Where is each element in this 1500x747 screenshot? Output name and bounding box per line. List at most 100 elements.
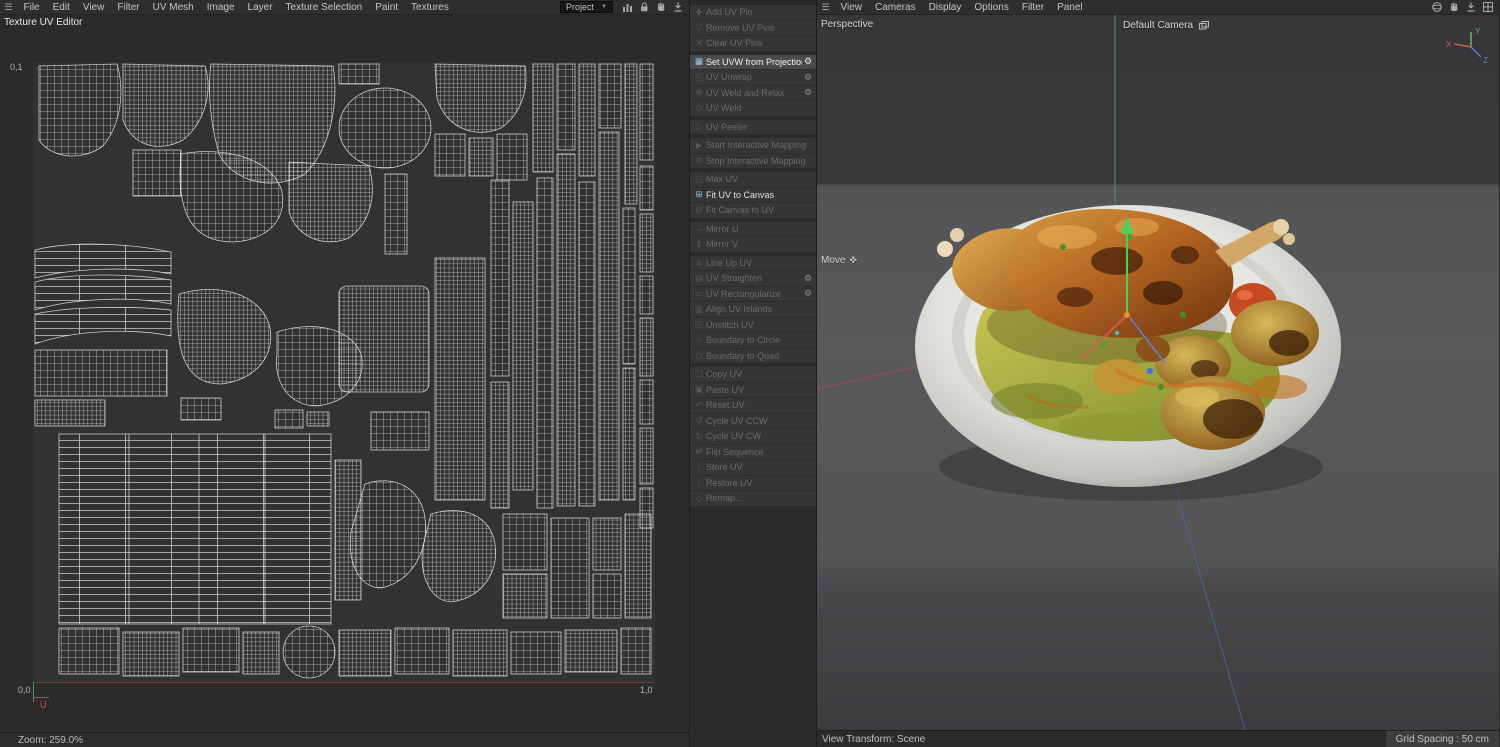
menu-item[interactable]: Filter (1015, 2, 1050, 13)
uv-command[interactable]: ↑ Restore UV (690, 475, 816, 491)
gear-icon[interactable]: ⚙ (802, 288, 814, 299)
app-window: ☰ File Edit View Filter UV Mesh Image Layer Tex… (0, 0, 1500, 747)
menu-item[interactable]: Panel (1051, 2, 1090, 13)
hand-icon[interactable] (654, 1, 668, 14)
download-icon[interactable] (1464, 1, 1478, 14)
axis-x-label: X (1446, 40, 1452, 49)
remove-uv-pins-icon: ▽ (695, 22, 703, 33)
sphere-icon[interactable] (1430, 1, 1444, 14)
grid-icon[interactable] (1481, 1, 1495, 14)
uv-command[interactable]: ≡ Line Up UV (690, 255, 816, 271)
uv-command[interactable]: ↓ Store UV (690, 460, 816, 476)
axis-z-label: Z (1483, 56, 1488, 65)
uv-command[interactable]: ❐ Copy UV (690, 367, 816, 383)
view-mode-label[interactable]: Perspective (821, 19, 873, 30)
hand-icon[interactable] (1447, 1, 1461, 14)
align-uv-islands-icon: ▥ (694, 303, 704, 314)
uv-command[interactable]: ⊙ UV Weld (690, 101, 816, 117)
menu-item[interactable]: Textures (405, 2, 456, 13)
uv-command[interactable]: ⇄ Flip Sequence (690, 444, 816, 460)
uv-command[interactable]: ▤ UV Straighten ⚙ (690, 271, 816, 287)
uv-editor-menu: File Edit View Filter UV Mesh Image Layer Textu… (17, 2, 455, 13)
uv-command[interactable]: ▣ Paste UV (690, 382, 816, 398)
lock-icon[interactable] (637, 1, 651, 14)
hamburger-icon[interactable]: ☰ (817, 2, 834, 13)
menu-item[interactable]: Filter (111, 2, 146, 13)
menu-item[interactable]: View (834, 2, 869, 13)
uv-wireframe (34, 63, 654, 679)
viewport-3d[interactable]: Perspective Default Camera Move ✜ Y X Z (817, 15, 1499, 730)
uv-corner-label-00: 0,0 (18, 685, 31, 695)
uv-command[interactable]: ⇕ Mirror V (690, 237, 816, 253)
gear-icon[interactable]: ⚙ (802, 56, 814, 67)
uv-command[interactable]: ○ Boundary to Circle (690, 333, 816, 349)
columns-icon[interactable] (620, 1, 634, 14)
cycle-uv-cw-icon: ↻ (695, 430, 703, 441)
uv-command[interactable]: ▷ UV Peeler (690, 119, 816, 135)
boundary-to-circle-icon: ○ (696, 335, 702, 346)
uv-command[interactable]: ▭ UV Rectangularize ⚙ (690, 286, 816, 302)
uv-u-axis-label: U (40, 700, 47, 710)
menu-item[interactable]: Paint (369, 2, 405, 13)
uv-command[interactable]: ◫ Unstitch UV (690, 317, 816, 333)
uv-command-list: ✚ Add UV Pin ▽ Remove UV Pins ✕ Clear UV… (690, 0, 816, 507)
start-interactive-mapping-icon: ▶ (695, 139, 703, 150)
uv-command[interactable]: ✕ Clear UV Pins (690, 36, 816, 52)
view-transform-status: View Transform: Scene (822, 733, 926, 745)
camera-frame-icon (1197, 19, 1211, 32)
hamburger-icon[interactable]: ☰ (0, 2, 17, 13)
gear-icon[interactable]: ⚙ (802, 273, 814, 284)
uv-command[interactable]: ▥ Align UV Islands (690, 302, 816, 318)
menu-item[interactable]: View (76, 2, 111, 13)
axis-gizmo[interactable]: Y X Z (1445, 25, 1491, 69)
uv-command[interactable]: ↺ Cycle UV CCW (690, 413, 816, 429)
uv-command[interactable]: ▽ Remove UV Pins (690, 20, 816, 36)
uv-command[interactable]: ⊟ Fit Canvas to UV (690, 203, 816, 219)
menu-item[interactable]: Options (968, 2, 1015, 13)
menu-item[interactable]: Display (922, 2, 968, 13)
uv-command[interactable]: ◱ Max UV (690, 172, 816, 188)
menu-item[interactable]: UV Mesh (146, 2, 200, 13)
menu-item[interactable]: Layer (241, 2, 279, 13)
uv-canvas[interactable]: 0,1 0,0 1,0 U (0, 29, 689, 732)
camera-label[interactable]: Default Camera (1123, 19, 1211, 32)
grid-spacing-status: Grid Spacing : 50 cm (1384, 731, 1499, 747)
line-up-uv-icon: ≡ (696, 257, 702, 268)
uv-command[interactable]: ↶ Reset UV (690, 398, 816, 414)
uv-command[interactable]: ◇ Remap... (690, 491, 816, 507)
uv-u-axis-tick (33, 697, 49, 698)
menu-item[interactable]: Image (200, 2, 241, 13)
gear-icon[interactable]: ⚙ (802, 87, 814, 98)
uv-peeler-icon: ▷ (695, 121, 703, 132)
uv-command[interactable]: ⇔ Mirror U (690, 221, 816, 237)
menu-item[interactable]: File (17, 2, 46, 13)
menu-item[interactable]: Edit (46, 2, 76, 13)
menu-item[interactable]: Texture Selection (279, 2, 369, 13)
stop-interactive-mapping-icon: ⊘ (695, 155, 703, 166)
uv-straighten-icon: ▤ (694, 272, 704, 283)
uv-command-panel: ✚ Add UV Pin ▽ Remove UV Pins ✕ Clear UV… (690, 0, 817, 747)
uv-unit-square[interactable] (33, 62, 655, 682)
paste-uv-icon: ▣ (694, 384, 704, 395)
fit-canvas-to-uv-icon: ⊟ (695, 204, 703, 215)
project-dropdown[interactable]: Project ▼ (560, 1, 613, 13)
uv-editor-panel: ☰ File Edit View Filter UV Mesh Image Layer Tex… (0, 0, 690, 747)
active-tool-label[interactable]: Move ✜ (821, 255, 857, 266)
uv-command[interactable]: ▶ Start Interactive Mapping (690, 138, 816, 154)
uv-command[interactable]: ▦ Set UVW from Projection ⚙ (690, 54, 816, 70)
boundary-to-quad-icon: ◻ (695, 350, 703, 361)
uv-command[interactable]: ◰ UV Unwrap ⚙ (690, 70, 816, 86)
uv-command[interactable]: ⊞ Fit UV to Canvas (690, 187, 816, 203)
uv-command[interactable]: ↻ Cycle UV CW (690, 429, 816, 445)
uv-command[interactable]: ⊕ UV Weld and Relax ⚙ (690, 85, 816, 101)
clear-uv-pins-icon: ✕ (695, 37, 703, 48)
gear-icon[interactable]: ⚙ (802, 72, 814, 83)
uv-command[interactable]: ✚ Add UV Pin (690, 5, 816, 21)
viewport-toolbar (1430, 1, 1499, 14)
uv-corner-label-10: 1,0 (640, 685, 653, 695)
viewport-menu: View Cameras Display Options Filter Panel (834, 2, 1089, 13)
uv-command[interactable]: ⊘ Stop Interactive Mapping (690, 153, 816, 169)
uv-command[interactable]: ◻ Boundary to Quad (690, 348, 816, 364)
download-icon[interactable] (671, 1, 685, 14)
menu-item[interactable]: Cameras (869, 2, 923, 13)
